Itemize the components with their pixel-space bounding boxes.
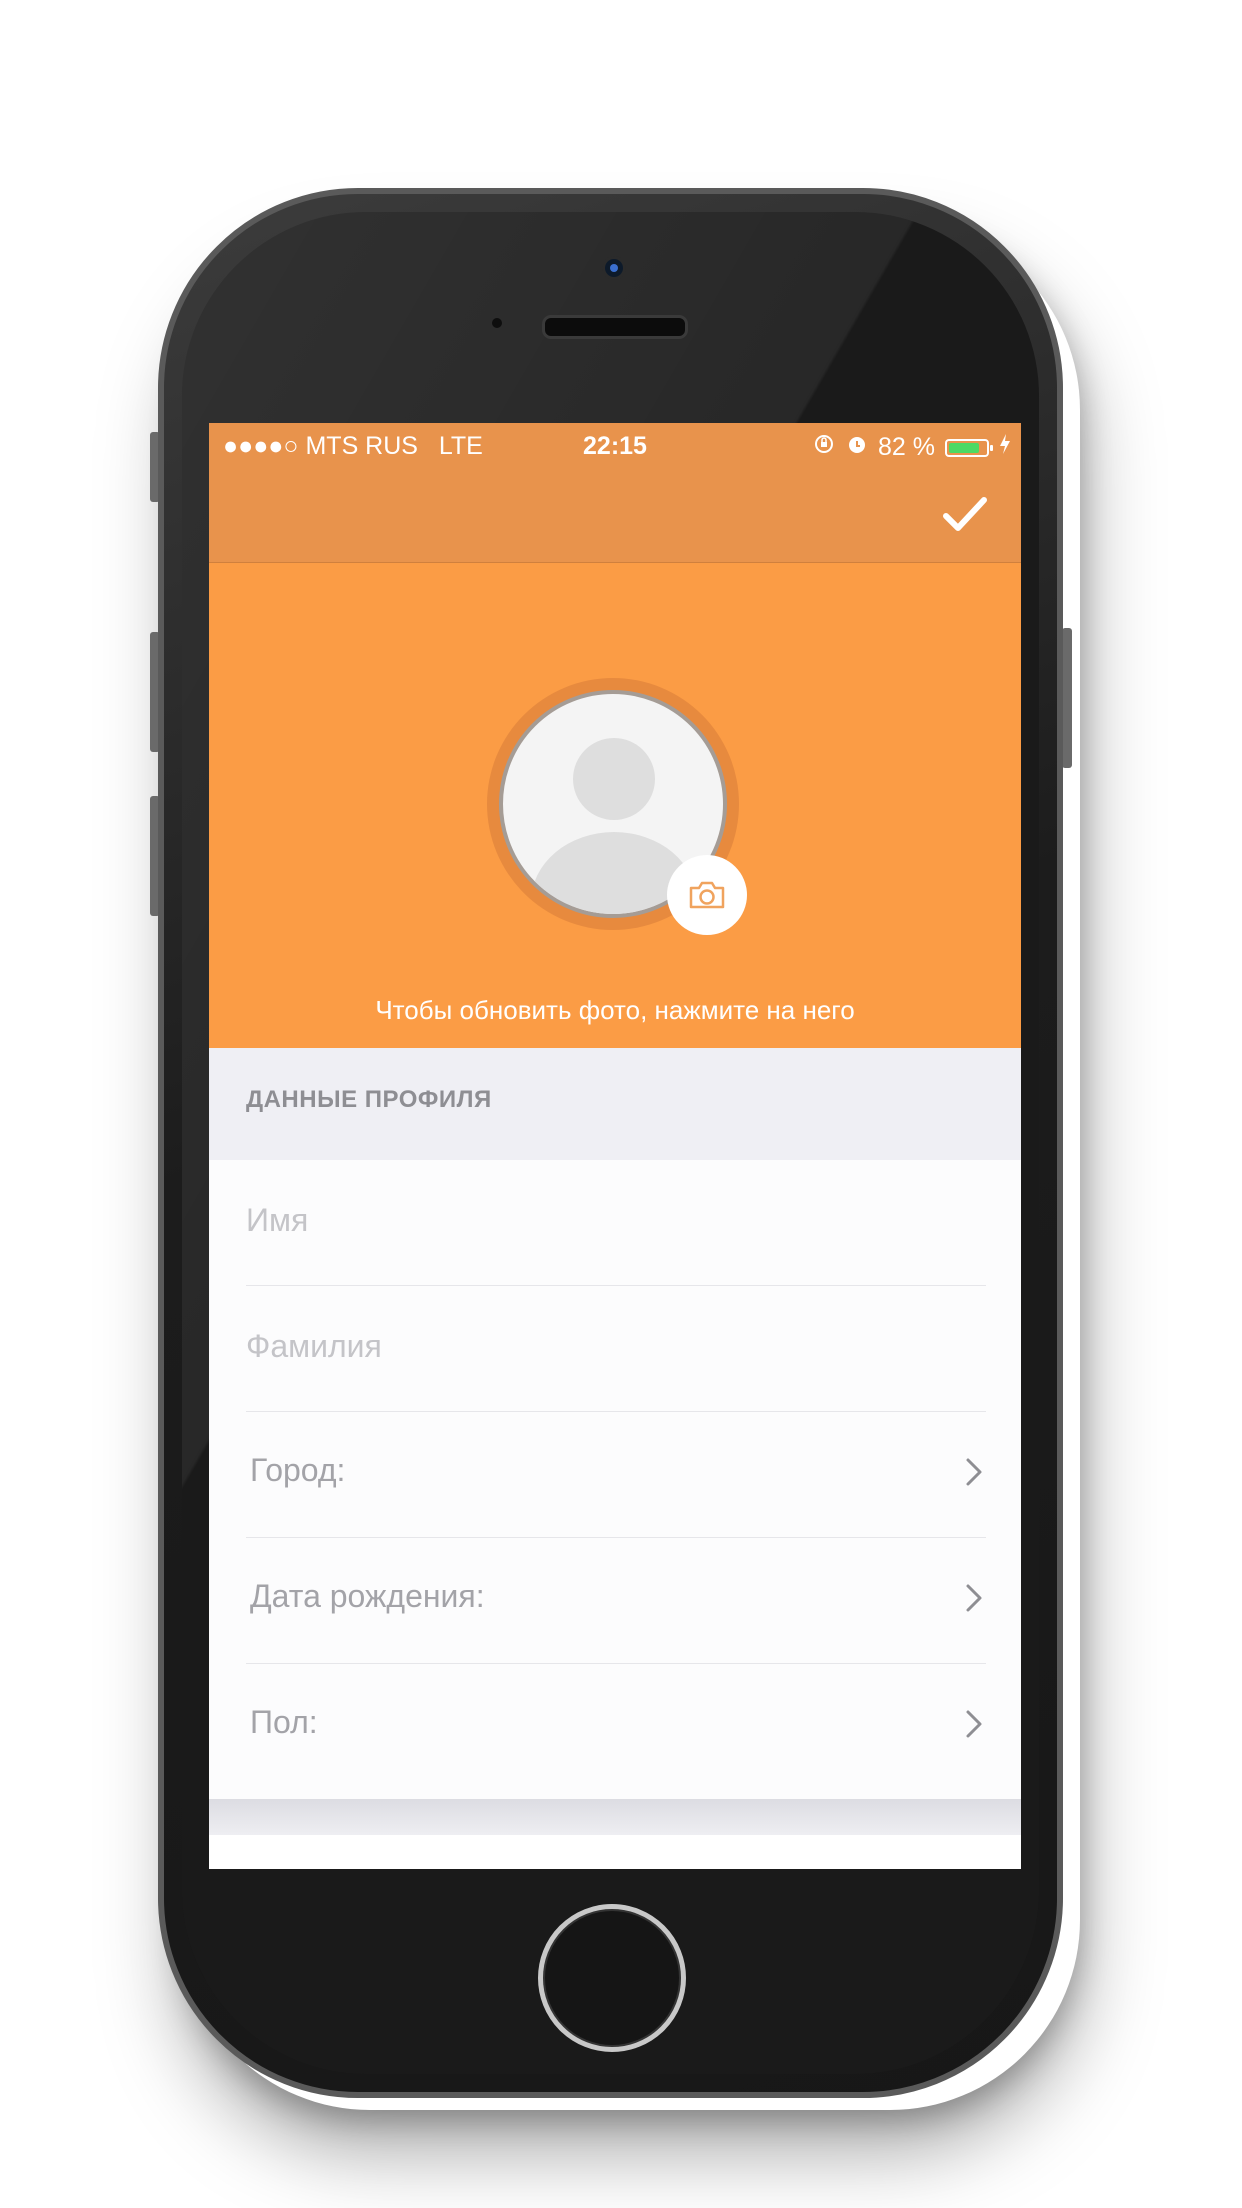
chevron-right-icon [966, 1710, 982, 1738]
gender-label: Пол: [250, 1704, 318, 1740]
rotation-lock-icon [812, 432, 836, 463]
profile-header: Чтобы обновить фото, нажмите на него [209, 563, 1021, 1048]
avatar-head [573, 738, 655, 820]
status-bar-right: 82 % [812, 432, 1011, 463]
power-button [1062, 628, 1072, 768]
camera-icon [689, 881, 725, 909]
earpiece-speaker [542, 315, 688, 339]
save-button[interactable] [937, 487, 993, 543]
stage: ●●●●○ MTS RUS LTE 22:15 82 % Чтобы обнов… [0, 0, 1242, 2208]
status-bar: ●●●●○ MTS RUS LTE 22:15 82 % [209, 423, 1021, 467]
chevron-right-icon [966, 1584, 982, 1612]
photo-hint: Чтобы обновить фото, нажмите на него [375, 995, 855, 1025]
city-row[interactable]: Город: [246, 1412, 986, 1538]
last-name-row [246, 1286, 986, 1412]
section-title: ДАННЫЕ ПРОФИЛЯ [246, 1086, 492, 1113]
navigation-bar [209, 467, 1021, 563]
city-label: Город: [250, 1452, 346, 1488]
checkmark-icon [943, 497, 987, 531]
first-name-field[interactable] [246, 1198, 906, 1242]
next-section [209, 1835, 1021, 1869]
proximity-sensor [492, 318, 502, 328]
alarm-icon [846, 433, 868, 462]
charging-icon [999, 433, 1011, 462]
screen: ●●●●○ MTS RUS LTE 22:15 82 % Чтобы обнов… [209, 423, 1021, 1869]
birth-date-row[interactable]: Дата рождения: [246, 1538, 986, 1664]
front-camera [602, 256, 626, 280]
chevron-right-icon [966, 1458, 982, 1486]
change-photo-button[interactable] [667, 855, 747, 935]
first-name-row [246, 1160, 986, 1286]
gender-row[interactable]: Пол: [246, 1664, 986, 1790]
battery-percent: 82 % [878, 433, 935, 461]
last-name-field[interactable] [246, 1324, 906, 1368]
section-separator [209, 1799, 1021, 1835]
battery-icon [945, 438, 993, 457]
battery-fill [949, 442, 979, 453]
section-header: ДАННЫЕ ПРОФИЛЯ [209, 1048, 1021, 1160]
profile-form: Город: Дата рождения: Пол: [209, 1160, 1021, 1800]
birth-date-label: Дата рождения: [250, 1578, 485, 1614]
home-button[interactable] [538, 1904, 686, 2052]
